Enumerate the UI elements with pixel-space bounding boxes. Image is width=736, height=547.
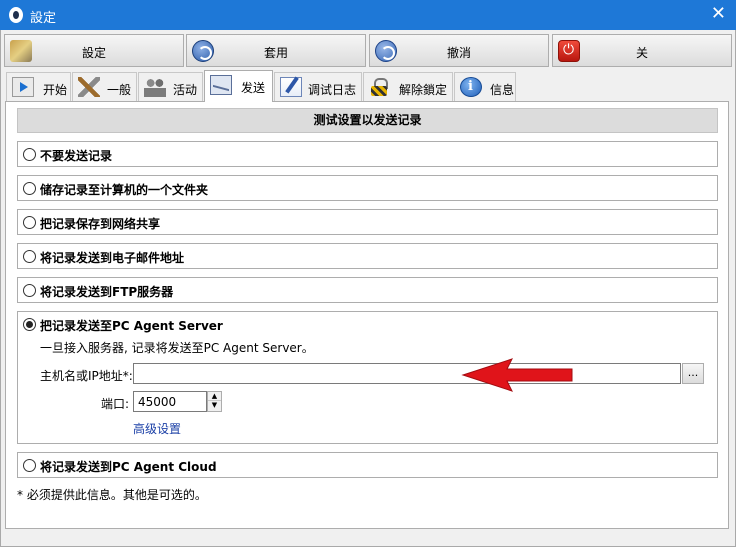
option-label: 将记录发送到电子邮件地址 [40, 251, 185, 265]
people-icon [144, 77, 166, 97]
radio-button[interactable] [23, 148, 36, 161]
cancel-button-label: 撤消 [446, 46, 471, 60]
option-pc-agent-server: 把记录发送至PC Agent Server 一旦接入服务器, 记录将发送至PC … [17, 311, 718, 444]
window-title: 設定 [30, 11, 57, 26]
close-window-button[interactable]: ✕ [711, 4, 726, 24]
tab-label: 开始 [43, 83, 68, 97]
tab-label: 解除鎖定 [399, 83, 448, 97]
radio-button[interactable] [23, 459, 36, 472]
advanced-settings-link[interactable]: 高级设置 [133, 420, 181, 437]
option-label[interactable]: 把记录发送至PC Agent Server [40, 317, 223, 334]
tab-label: 一般 [107, 83, 132, 97]
tab-start[interactable]: 开始 [6, 72, 71, 101]
radio-button[interactable] [23, 182, 36, 195]
apply-button[interactable]: 套用 [186, 34, 366, 67]
lock-icon [369, 77, 391, 97]
browse-button[interactable]: ... [682, 363, 704, 384]
title-bar: 設定 ✕ [0, 0, 736, 30]
red-arrow-annotation [461, 358, 573, 392]
tab-send[interactable]: 发送 [204, 70, 273, 102]
option-label: 将记录发送到PC Agent Cloud [40, 460, 217, 474]
host-label: 主机名或IP地址*: [40, 369, 133, 383]
option-label: 不要发送记录 [40, 149, 113, 163]
port-label: 端口: [101, 397, 130, 411]
settings-button-label: 設定 [81, 46, 106, 60]
option-email[interactable]: 将记录发送到电子邮件地址 [17, 243, 718, 269]
tab-label: 调试日志 [308, 83, 357, 97]
tab-info[interactable]: 信息 [454, 72, 516, 101]
tab-general[interactable]: 一般 [72, 72, 137, 101]
close-button[interactable]: 关 [552, 34, 732, 67]
option-pc-agent-cloud[interactable]: 将记录发送到PC Agent Cloud [17, 452, 718, 478]
stepper-up-icon[interactable]: ▲ [208, 392, 221, 401]
stepper-down-icon[interactable]: ▼ [208, 401, 221, 410]
section-header: 测试设置以发送记录 [17, 108, 718, 133]
app-icon [9, 7, 23, 23]
close-button-label: 关 [635, 46, 648, 60]
tab-label: 发送 [241, 81, 266, 95]
apply-button-label: 套用 [263, 46, 288, 60]
required-footnote: * 必须提供此信息。其他是可选的。 [17, 488, 207, 502]
option-label: 将记录发送到FTP服务器 [40, 285, 174, 299]
radio-button[interactable] [23, 216, 36, 229]
radio-button[interactable] [23, 284, 36, 297]
cancel-button[interactable]: 撤消 [369, 34, 549, 67]
settings-button[interactable]: 設定 [4, 34, 184, 67]
port-stepper[interactable]: ▲ ▼ [207, 391, 222, 412]
info-icon [460, 77, 482, 97]
radio-button[interactable] [23, 250, 36, 263]
option-ftp[interactable]: 将记录发送到FTP服务器 [17, 277, 718, 303]
port-input[interactable] [133, 391, 207, 412]
tab-label: 活动 [173, 83, 198, 97]
tab-label: 信息 [490, 83, 515, 97]
tab-debug-log[interactable]: 调试日志 [274, 72, 362, 101]
tools-icon [78, 77, 100, 97]
mail-icon [210, 75, 232, 95]
option-network-share[interactable]: 把记录保存到网络共享 [17, 209, 718, 235]
play-icon [12, 77, 34, 97]
radio-button-selected[interactable] [23, 318, 36, 331]
log-icon [280, 77, 302, 97]
tab-unlock[interactable]: 解除鎖定 [363, 72, 453, 101]
server-description: 一旦接入服务器, 记录将发送至PC Agent Server。 [40, 341, 314, 355]
option-label: 把记录保存到网络共享 [40, 217, 161, 231]
tab-activity[interactable]: 活动 [138, 72, 203, 101]
option-local-folder[interactable]: 储存记录至计算机的一个文件夹 [17, 175, 718, 201]
option-label: 储存记录至计算机的一个文件夹 [40, 183, 209, 197]
host-input[interactable] [133, 363, 681, 384]
option-no-send[interactable]: 不要发送记录 [17, 141, 718, 167]
